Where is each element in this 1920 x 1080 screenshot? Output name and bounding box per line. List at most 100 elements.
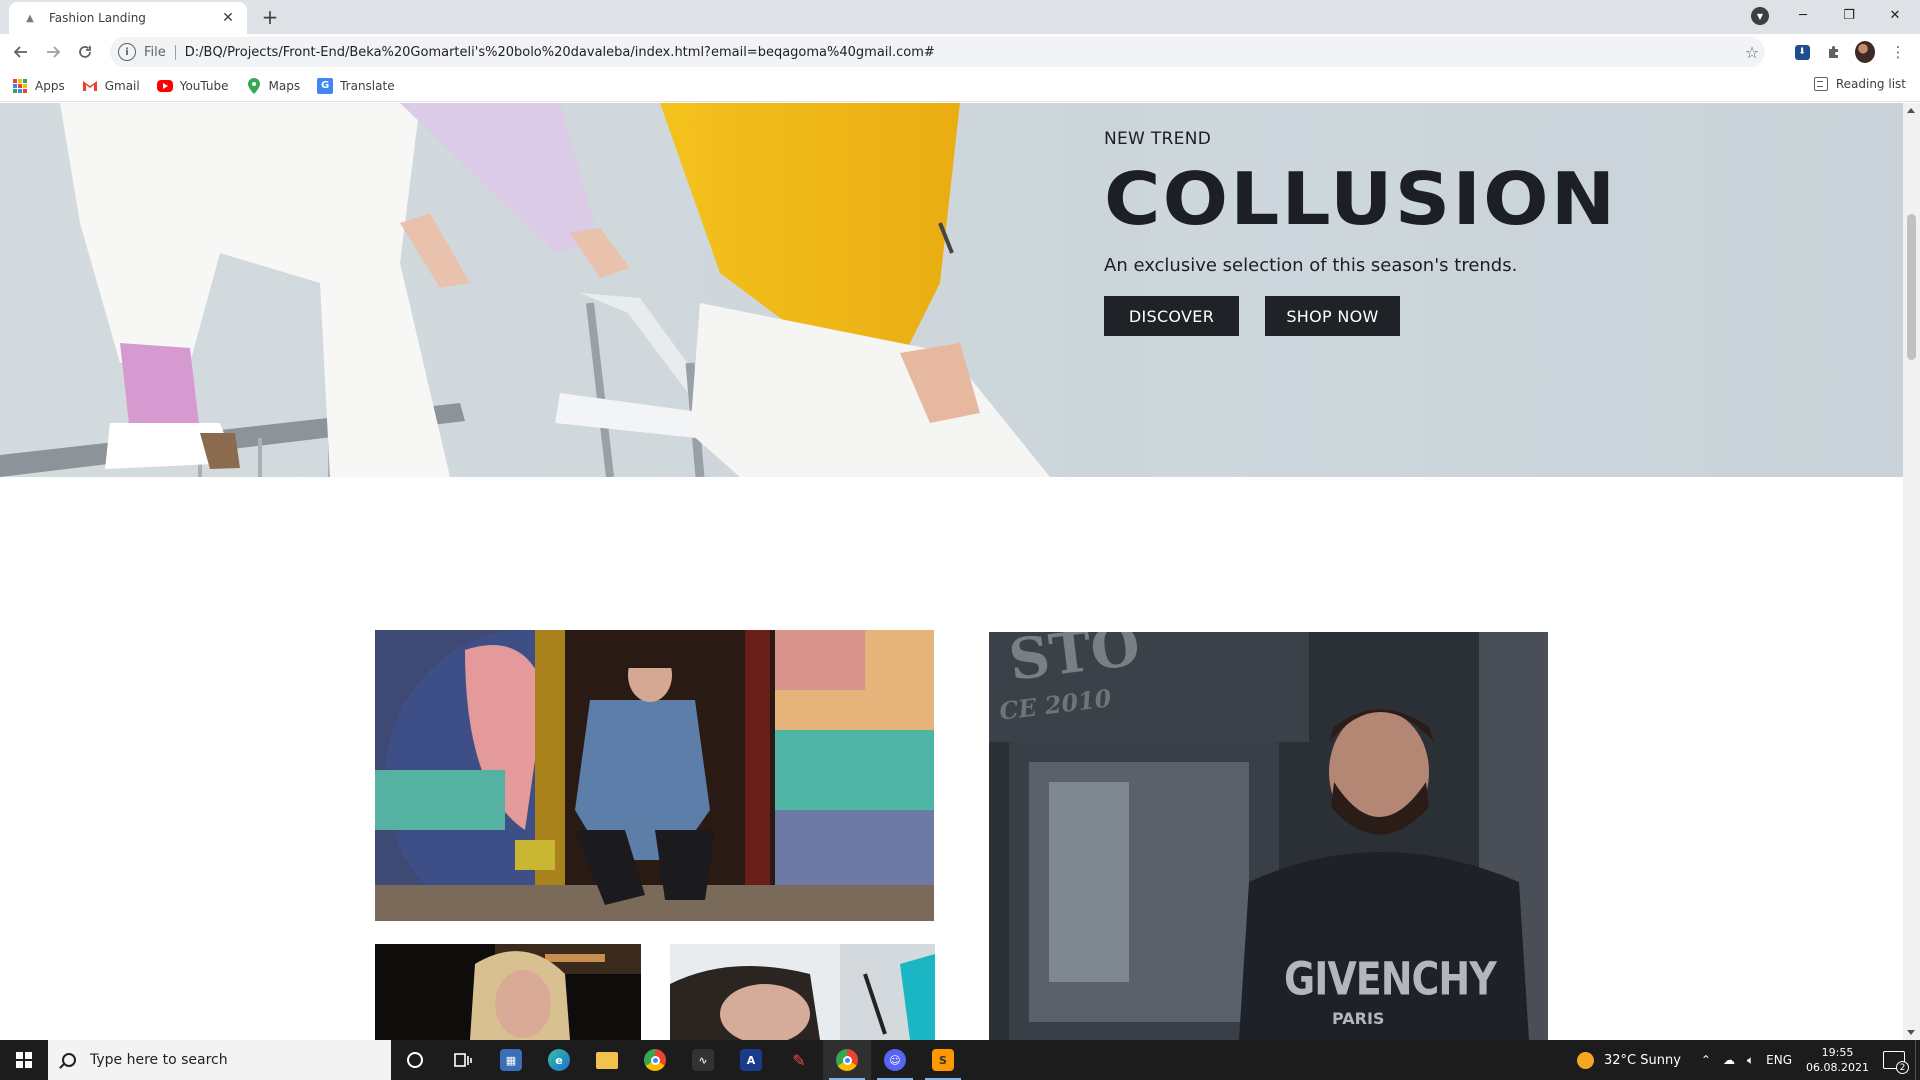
calculator-icon: ▦ xyxy=(500,1049,522,1071)
youtube-icon xyxy=(156,79,173,92)
gallery-image-blonde-woman[interactable] xyxy=(375,944,641,1040)
gmail-icon xyxy=(82,78,98,94)
gallery-image-givenchy[interactable]: STO CE 2010 GIVENCHY PARIS xyxy=(989,632,1548,1040)
taskbar-affinity[interactable]: A xyxy=(727,1040,775,1080)
notification-count: 2 xyxy=(1896,1061,1909,1074)
hero-subtitle: An exclusive selection of this season's … xyxy=(1104,255,1518,276)
hero-kicker: NEW TREND xyxy=(1104,129,1212,149)
tab-strip: ▲ Fashion Landing ✕ + ▼ ─ ❐ ✕ xyxy=(0,0,1920,34)
chrome-menu-icon[interactable]: ⋮ xyxy=(1888,42,1908,62)
clock-date: 06.08.2021 xyxy=(1806,1061,1869,1074)
volume-icon[interactable]: 🔈︎ xyxy=(1747,1053,1754,1068)
task-view-button[interactable] xyxy=(439,1040,487,1080)
bookmark-label: Apps xyxy=(35,78,65,93)
affinity-designer-icon: A xyxy=(740,1049,762,1071)
scroll-up-icon[interactable] xyxy=(1907,108,1915,113)
bookmark-label: YouTube xyxy=(179,78,229,93)
tab-title: Fashion Landing xyxy=(49,11,146,25)
close-window-button[interactable]: ✕ xyxy=(1872,0,1918,30)
show-desktop-button[interactable] xyxy=(1915,1040,1920,1080)
site-info-icon[interactable]: i xyxy=(118,43,136,61)
page-scrollbar[interactable] xyxy=(1903,103,1920,1040)
taskbar-chrome[interactable] xyxy=(631,1040,679,1080)
gallery-image-reclining-woman[interactable] xyxy=(670,944,935,1040)
bookmark-gmail[interactable]: Gmail xyxy=(82,78,140,94)
clock-time: 19:55 xyxy=(1821,1046,1854,1059)
reading-list-button[interactable]: Reading list xyxy=(1813,77,1906,91)
pen-tool-icon: ∿ xyxy=(692,1049,714,1071)
edge-icon: e xyxy=(548,1049,570,1071)
forward-arrow-icon[interactable] xyxy=(41,40,65,64)
cortana-button[interactable] xyxy=(391,1040,439,1080)
bookmark-label: Gmail xyxy=(104,78,140,93)
notification-center-icon[interactable]: 2 xyxy=(1883,1051,1909,1074)
taskbar-calculator[interactable]: ▦ xyxy=(487,1040,535,1080)
bookmark-label: Maps xyxy=(268,78,301,93)
discover-button[interactable]: DISCOVER xyxy=(1104,296,1239,336)
chrome-icon xyxy=(644,1049,666,1071)
taskbar-edge[interactable]: e xyxy=(535,1040,583,1080)
restore-button[interactable]: ❐ xyxy=(1826,0,1872,30)
taskbar-search[interactable]: Type here to search xyxy=(48,1040,391,1080)
hero-buttons: DISCOVER SHOP NOW xyxy=(1104,296,1584,336)
url-text[interactable]: D:/BQ/Projects/Front-End/Beka%20Gomartel… xyxy=(185,45,1739,60)
windows-taskbar: Type here to search ▦ e ∿ A ✎ ☺ S 32°C S… xyxy=(0,1040,1920,1080)
windows-logo-icon xyxy=(16,1052,32,1068)
taskbar-sublime[interactable]: S xyxy=(919,1040,967,1080)
shirt-brand-text: GIVENCHY xyxy=(1284,952,1497,1006)
chrome-icon xyxy=(836,1049,858,1071)
task-view-icon xyxy=(454,1053,472,1067)
taskbar-chrome-active[interactable] xyxy=(823,1040,871,1080)
weather-widget[interactable]: 32°C Sunny xyxy=(1576,1051,1681,1069)
reading-list-label: Reading list xyxy=(1835,77,1906,91)
apps-grid-icon xyxy=(13,78,27,93)
bookmark-star-icon[interactable]: ☆ xyxy=(1739,43,1765,62)
new-tab-button[interactable]: + xyxy=(258,5,282,29)
reading-list-icon xyxy=(1813,77,1828,91)
extensions-puzzle-icon[interactable] xyxy=(1824,42,1844,62)
bookmark-label: Translate xyxy=(340,78,395,93)
hero-models-photo xyxy=(0,103,1150,477)
taskbar-color-picker[interactable]: ✎ xyxy=(775,1040,823,1080)
reload-icon[interactable] xyxy=(73,40,97,64)
taskbar-inkscape[interactable]: ∿ xyxy=(679,1040,727,1080)
taskbar-discord[interactable]: ☺ xyxy=(871,1040,919,1080)
scroll-down-icon[interactable] xyxy=(1907,1030,1915,1035)
system-tray: 32°C Sunny ⌃ ☁ 🔈︎ ENG 19:55 06.08.2021 2 xyxy=(1576,1040,1920,1080)
sublime-text-icon: S xyxy=(932,1049,954,1071)
hero-banner: NEW TREND COLLUSION An exclusive selecti… xyxy=(0,103,1903,477)
sun-icon xyxy=(1576,1051,1594,1069)
bookmark-translate[interactable]: G Translate xyxy=(317,77,395,94)
address-bar[interactable]: i File D:/BQ/Projects/Front-End/Beka%20G… xyxy=(110,37,1765,67)
tab-fashion-landing[interactable]: ▲ Fashion Landing ✕ xyxy=(9,2,247,34)
tab-close-icon[interactable]: ✕ xyxy=(219,9,237,27)
minimize-button[interactable]: ─ xyxy=(1780,0,1826,30)
language-indicator[interactable]: ENG xyxy=(1766,1053,1792,1067)
search-icon xyxy=(62,1053,76,1067)
color-picker-icon: ✎ xyxy=(788,1049,810,1071)
taskbar-file-explorer[interactable] xyxy=(583,1040,631,1080)
chevron-up-icon[interactable]: ⌃ xyxy=(1701,1053,1711,1067)
search-placeholder: Type here to search xyxy=(90,1052,228,1068)
shop-now-button[interactable]: SHOP NOW xyxy=(1265,296,1400,336)
url-scheme: File xyxy=(144,44,176,60)
start-button[interactable] xyxy=(0,1040,48,1080)
page-viewport: NEW TREND COLLUSION An exclusive selecti… xyxy=(0,103,1920,1040)
tab-search-icon[interactable]: ▼ xyxy=(1751,7,1769,25)
browser-toolbar: i File D:/BQ/Projects/Front-End/Beka%20G… xyxy=(0,34,1920,70)
page-favicon-icon: ▲ xyxy=(26,12,34,24)
back-arrow-icon[interactable] xyxy=(9,40,33,64)
cortana-icon xyxy=(407,1052,423,1068)
maps-icon xyxy=(246,77,262,94)
hero-title: COLLUSION xyxy=(1104,157,1618,241)
bookmark-youtube[interactable]: YouTube xyxy=(156,78,229,93)
extension-download-icon[interactable]: ⬇ xyxy=(1792,42,1812,62)
profile-avatar[interactable] xyxy=(1855,41,1875,63)
bookmarks-bar: Apps Gmail YouTube Maps G Translate Read… xyxy=(0,70,1920,102)
scrollbar-thumb[interactable] xyxy=(1907,214,1916,360)
gallery-image-denim-jacket[interactable] xyxy=(375,630,934,921)
bookmark-apps[interactable]: Apps xyxy=(13,78,65,93)
onedrive-cloud-icon[interactable]: ☁ xyxy=(1723,1053,1735,1067)
clock[interactable]: 19:55 06.08.2021 xyxy=(1806,1045,1869,1075)
bookmark-maps[interactable]: Maps xyxy=(246,77,301,94)
